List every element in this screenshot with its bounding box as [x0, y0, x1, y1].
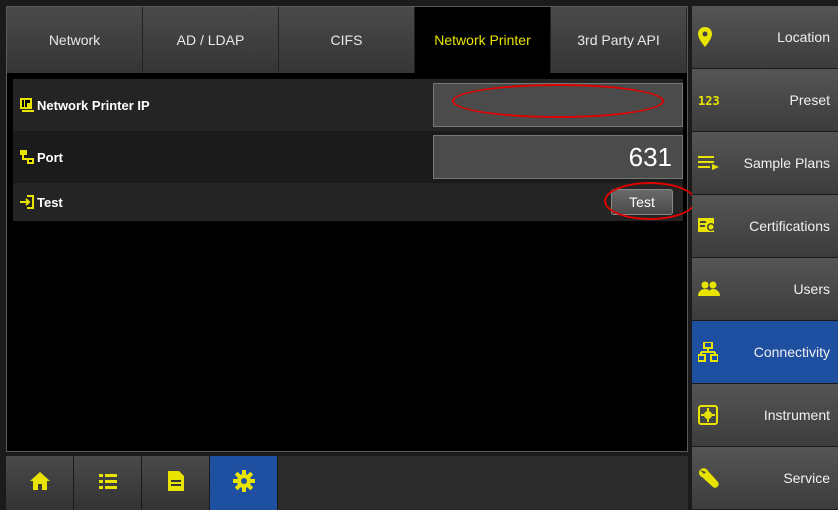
document-button[interactable] — [142, 456, 210, 510]
sidebar-item-label: Users — [793, 281, 830, 297]
sidebar-item-preset[interactable]: 123 Preset — [692, 69, 838, 132]
document-icon — [167, 470, 185, 497]
tab-bar: Network AD / LDAP CIFS Network Printer 3… — [7, 7, 687, 73]
certificate-icon — [698, 217, 718, 235]
sidebar-item-instrument[interactable]: Instrument — [692, 384, 838, 447]
instrument-icon — [698, 405, 718, 425]
settings-rows: Network Printer IP Port 631 Test Test — [13, 79, 683, 221]
list-arrow-icon — [698, 155, 720, 171]
123-icon: 123 — [698, 93, 720, 107]
home-button[interactable] — [6, 456, 74, 510]
printer-ip-label: Network Printer IP — [37, 97, 150, 113]
svg-text:123: 123 — [698, 94, 720, 107]
sidebar-item-location[interactable]: Location — [692, 6, 838, 69]
list-icon — [98, 472, 118, 495]
sidebar-item-label: Connectivity — [753, 344, 830, 360]
printer-ip-input[interactable] — [433, 83, 683, 127]
list-button[interactable] — [74, 456, 142, 510]
users-icon — [698, 281, 720, 297]
tab-ad-ldap[interactable]: AD / LDAP — [143, 7, 279, 73]
location-pin-icon — [698, 27, 712, 47]
port-row: Port 631 — [13, 131, 683, 183]
printer-ip-row: Network Printer IP — [13, 79, 683, 131]
enter-arrow-icon — [19, 194, 35, 210]
sidebar-item-certifications[interactable]: Certifications — [692, 195, 838, 258]
tab-network[interactable]: Network — [7, 7, 143, 73]
network-icon — [698, 342, 718, 362]
test-label: Test — [37, 194, 63, 210]
port-label: Port — [37, 149, 63, 165]
tab-3rd-party-api[interactable]: 3rd Party API — [551, 7, 687, 73]
sidebar-item-sample-plans[interactable]: Sample Plans — [692, 132, 838, 195]
sidebar-item-label: Certifications — [749, 218, 830, 234]
main-panel: Network AD / LDAP CIFS Network Printer 3… — [6, 6, 688, 452]
gear-icon — [232, 469, 255, 497]
sidebar-item-users[interactable]: Users — [692, 258, 838, 321]
sidebar-item-label: Service — [783, 470, 830, 486]
sidebar-item-label: Instrument — [763, 407, 830, 423]
sidebar-item-label: Preset — [789, 92, 830, 108]
test-row: Test Test — [13, 183, 683, 221]
sidebar-item-connectivity[interactable]: Connectivity — [692, 321, 838, 384]
home-icon — [29, 471, 51, 496]
sidebar-item-label: Location — [777, 29, 830, 45]
printer-ip-icon — [19, 97, 35, 113]
sidebar-item-service[interactable]: Service — [692, 447, 838, 510]
tab-network-printer[interactable]: Network Printer — [415, 7, 551, 73]
test-button[interactable]: Test — [611, 189, 673, 215]
network-port-icon — [19, 149, 35, 165]
settings-button[interactable] — [210, 456, 278, 510]
port-input[interactable]: 631 — [433, 135, 683, 179]
wrench-icon — [698, 467, 720, 489]
bottom-toolbar — [6, 456, 688, 510]
tab-cifs[interactable]: CIFS — [279, 7, 415, 73]
sidebar-item-label: Sample Plans — [743, 155, 830, 171]
sidebar: Location 123 Preset Sample Plans Certifi… — [692, 6, 838, 510]
